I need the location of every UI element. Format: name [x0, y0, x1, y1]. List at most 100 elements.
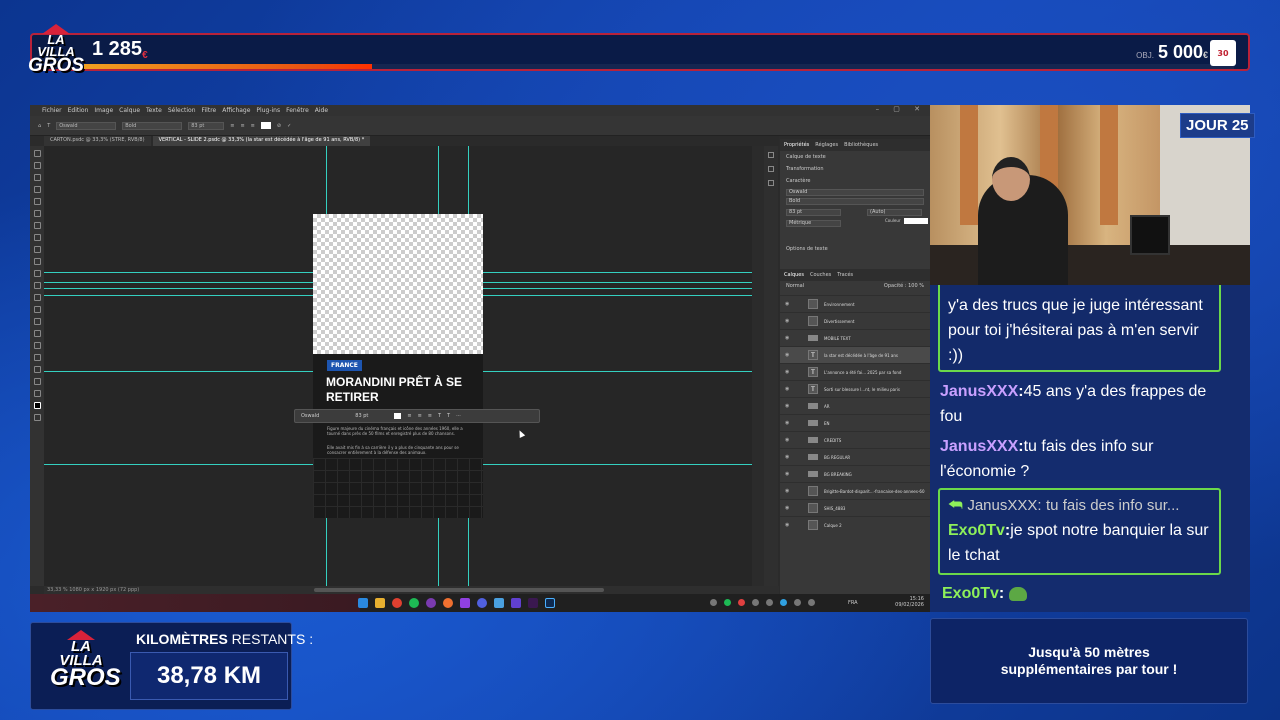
premiere-icon[interactable] [528, 598, 538, 608]
visibility-eye-icon[interactable]: ◉ [785, 386, 789, 392]
home-icon[interactable]: ⌂ [38, 123, 41, 129]
body-text-2[interactable]: Elle avait mis fin à sa carrière il y a … [327, 445, 467, 455]
panel-kerning-field[interactable]: Métrique [786, 220, 841, 227]
tab-adjustments[interactable]: Réglages [815, 142, 838, 148]
float-more-icon[interactable]: ··· [456, 413, 461, 419]
blend-mode-select[interactable]: Normal [786, 283, 804, 289]
hand-tool-icon[interactable] [33, 378, 41, 385]
marquee-tool-icon[interactable] [33, 162, 41, 169]
tab-libraries[interactable]: Bibliothèques [844, 142, 878, 148]
layer-row[interactable]: ◉ CREDITS [780, 431, 930, 448]
stamp-tool-icon[interactable] [33, 258, 41, 265]
layer-row[interactable]: ◉ T L'annonce a été fai... 2025 par sa fon… [780, 363, 930, 380]
size-select[interactable]: 83 pt [188, 121, 225, 130]
visibility-eye-icon[interactable]: ◉ [785, 352, 789, 358]
history-tool-icon[interactable] [33, 270, 41, 277]
menu-item[interactable]: Fichier [42, 107, 62, 114]
visibility-eye-icon[interactable]: ◉ [785, 335, 789, 341]
float-text-icon[interactable]: T [438, 413, 441, 419]
menu-item[interactable]: Affichage [222, 107, 250, 114]
tab-vertical-slide[interactable]: VERTICAL - SLIDE 2.psdc @ 33,3% (la star… [152, 136, 371, 146]
font-select[interactable]: Oswald [56, 121, 117, 130]
crop-tool-icon[interactable] [33, 198, 41, 205]
panel-font-field[interactable]: Oswald [786, 189, 924, 196]
chat-username[interactable]: Exo0Tv [942, 585, 999, 602]
menu-item[interactable]: Filtre [202, 107, 217, 114]
panel-style-field[interactable]: Bold [786, 198, 924, 205]
opacity-field[interactable]: Opacité : 100 % [884, 283, 924, 289]
tab-paths[interactable]: Tracés [837, 272, 853, 278]
menu-item[interactable]: Edition [68, 107, 89, 114]
tray-bluetooth-icon[interactable] [780, 599, 787, 606]
transform-section[interactable]: Transformation [780, 163, 930, 175]
frame-tool-icon[interactable] [33, 210, 41, 217]
menu-item[interactable]: Sélection [168, 107, 196, 114]
firefox-icon[interactable] [443, 598, 453, 608]
tab-channels[interactable]: Couches [810, 272, 831, 278]
brush-tool-icon[interactable] [33, 246, 41, 253]
align-center-icon[interactable]: ≡ [240, 123, 244, 129]
color-swatch[interactable] [260, 122, 271, 129]
chat-username[interactable]: Exo0Tv [948, 522, 1005, 539]
spotify-icon[interactable] [409, 598, 419, 608]
chat-username[interactable]: JanusXXX [940, 438, 1018, 455]
layer-row[interactable]: ◉ EN [780, 414, 930, 431]
layer-row[interactable]: ◉ BG BREAKING [780, 465, 930, 482]
tray-spotify-icon[interactable] [724, 599, 731, 606]
visibility-eye-icon[interactable]: ◉ [785, 301, 789, 307]
menu-item[interactable]: Calque [119, 107, 140, 114]
gradient-tool-icon[interactable] [33, 294, 41, 301]
visibility-eye-icon[interactable]: ◉ [785, 454, 789, 460]
document-artboard[interactable]: FRANCE MORANDINI PRÊT À SE RETIRER Figur… [313, 214, 483, 518]
layer-row[interactable]: ◉ Calque 2 [780, 516, 930, 533]
twitch-icon[interactable] [460, 598, 470, 608]
float-warp-icon[interactable]: T [447, 413, 450, 419]
visibility-eye-icon[interactable]: ◉ [785, 437, 789, 443]
cancel-icon[interactable]: ⊘ [277, 123, 281, 129]
visibility-eye-icon[interactable]: ◉ [785, 488, 789, 494]
layer-row[interactable]: ◉ T Sorti sur blessure l...nt, le milieu p… [780, 380, 930, 397]
select-tool-icon[interactable] [33, 186, 41, 193]
chrome-icon[interactable] [392, 598, 402, 608]
pen-tool-icon[interactable] [33, 330, 41, 337]
layer-row[interactable]: ◉ Brigitte-Bardot-disparit...-francaise-d… [780, 482, 930, 499]
layer-row[interactable]: ◉ SHIS_4883 [780, 499, 930, 516]
eraser-tool-icon[interactable] [33, 282, 41, 289]
tray-app-icon[interactable] [766, 599, 773, 606]
panel-color-swatch[interactable] [903, 218, 928, 224]
volume-icon[interactable] [794, 599, 801, 606]
properties-icon[interactable] [768, 166, 774, 172]
type-tool-icon[interactable] [33, 342, 41, 349]
start-icon[interactable] [358, 598, 368, 608]
horizontal-scrollbar[interactable] [314, 588, 604, 592]
visibility-eye-icon[interactable]: ◉ [785, 471, 789, 477]
network-icon[interactable] [808, 599, 815, 606]
app-icon[interactable] [494, 598, 504, 608]
obs-icon[interactable] [426, 598, 436, 608]
dodge-tool-icon[interactable] [33, 318, 41, 325]
shape-tool-icon[interactable] [33, 366, 41, 373]
layer-row[interactable]: ◉ Divertissement [780, 312, 930, 329]
float-size[interactable]: 83 pt [355, 413, 368, 419]
discord-icon[interactable] [477, 598, 487, 608]
menu-item[interactable]: Aide [315, 107, 328, 114]
chat-username[interactable]: JanusXXX [940, 383, 1018, 400]
menu-item[interactable]: Image [94, 107, 113, 114]
character-section[interactable]: Caractère [780, 175, 930, 187]
visibility-eye-icon[interactable]: ◉ [785, 369, 789, 375]
style-select[interactable]: Bold [122, 121, 183, 130]
menu-item[interactable]: Plug-ins [256, 107, 280, 114]
tab-layers[interactable]: Calques [784, 272, 804, 278]
align-right-icon[interactable]: ≡ [251, 123, 255, 129]
menu-item[interactable]: Fenêtre [286, 107, 309, 114]
chevron-up-icon[interactable] [710, 599, 717, 606]
path-select-tool-icon[interactable] [33, 354, 41, 361]
history-icon[interactable] [768, 152, 774, 158]
layer-row[interactable]: ◉ BG REGULAR [780, 448, 930, 465]
float-font[interactable]: Oswald [301, 413, 319, 419]
menu-item[interactable]: Texte [146, 107, 162, 114]
panel-size-field[interactable]: 83 pt [786, 209, 841, 216]
canvas-area[interactable]: FRANCE MORANDINI PRÊT À SE RETIRER Figur… [44, 146, 752, 586]
visibility-eye-icon[interactable]: ◉ [785, 318, 789, 324]
commit-icon[interactable]: ✓ [287, 123, 291, 129]
